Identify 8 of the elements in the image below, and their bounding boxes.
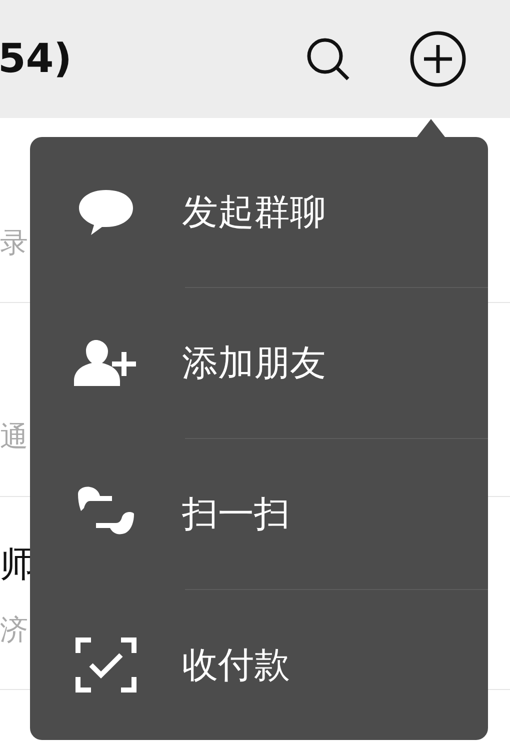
chat-preview: 录 bbox=[0, 225, 29, 261]
chat-preview: 通 bbox=[0, 419, 29, 455]
menu-item[interactable]: 扫一扫 bbox=[30, 439, 488, 589]
menu-item[interactable]: 发起群聊 bbox=[30, 137, 488, 287]
menu-item[interactable]: 添加朋友 bbox=[30, 288, 488, 438]
menu-item[interactable]: 收付款 bbox=[30, 590, 488, 740]
header-title: 54) bbox=[0, 36, 72, 82]
chat-preview: 济 bbox=[0, 612, 29, 648]
